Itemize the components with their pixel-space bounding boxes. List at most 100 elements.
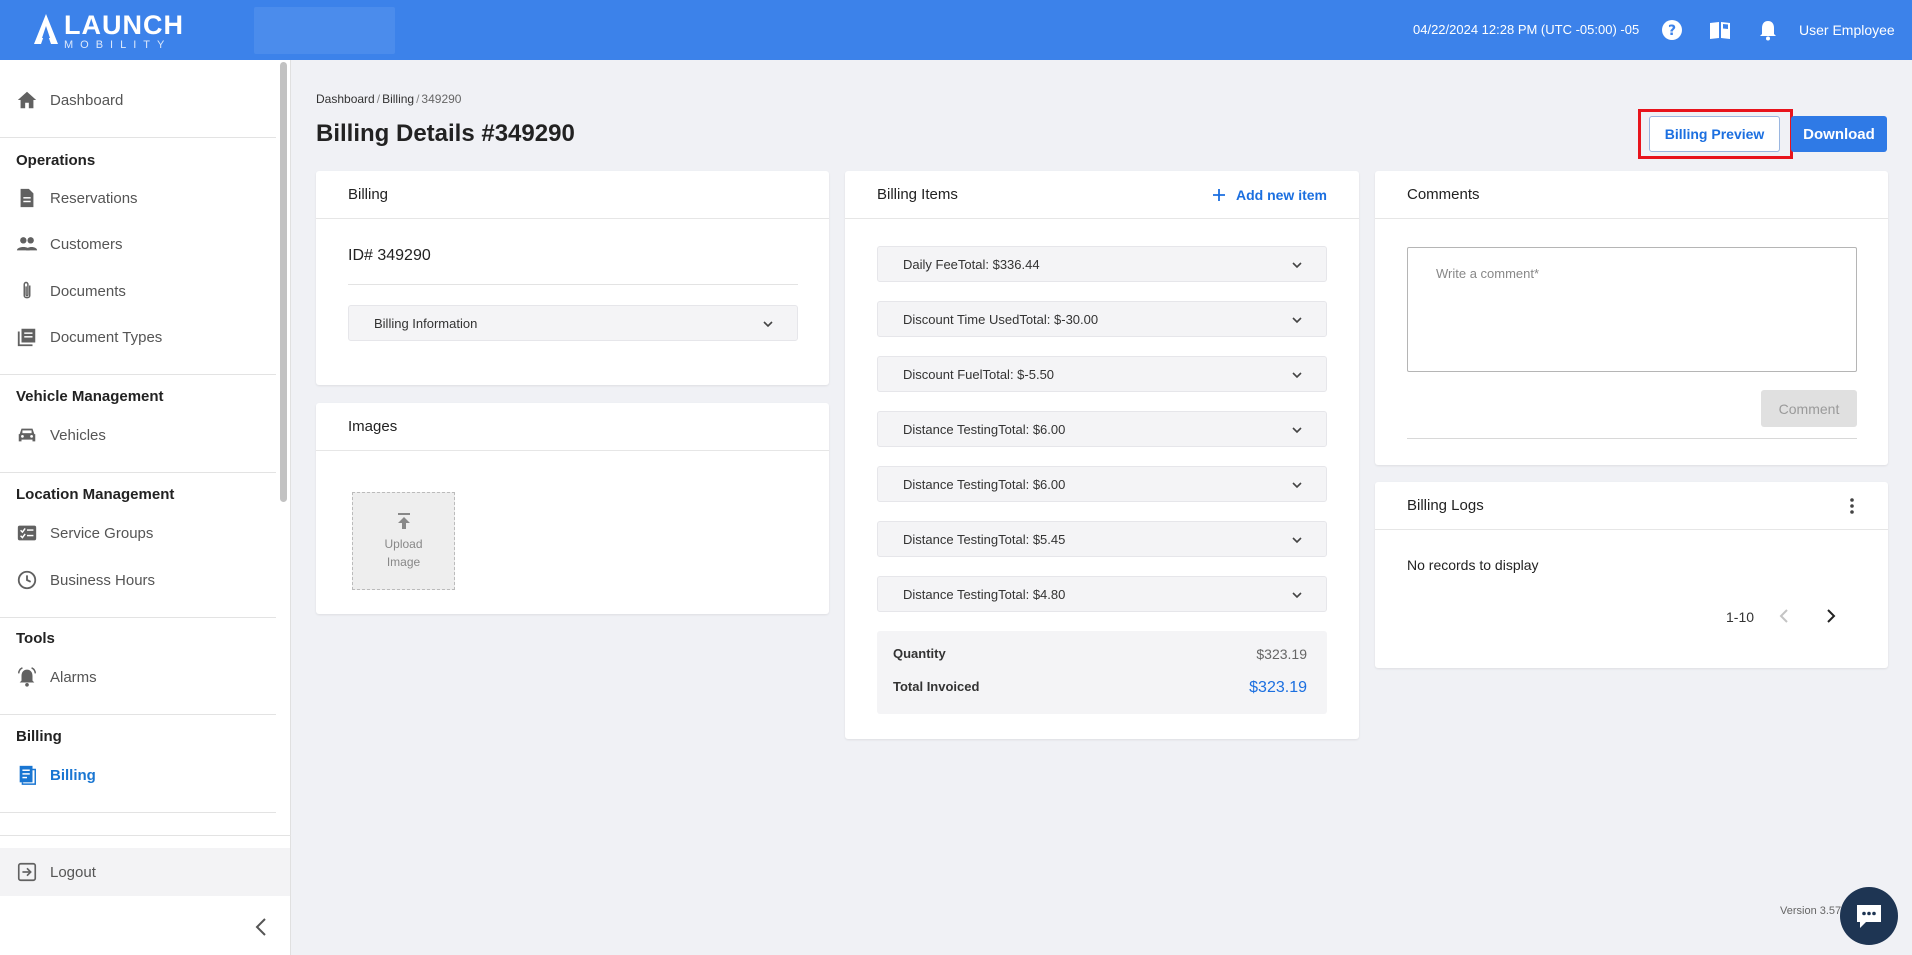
sidebar-divider xyxy=(0,835,291,836)
accordion-label: Billing Information xyxy=(374,315,478,331)
sidebar-item-label: Customers xyxy=(50,235,123,253)
billing-item-accordion[interactable]: Distance TestingTotal: $6.00 xyxy=(877,411,1327,447)
billing-id: ID# 349290 xyxy=(348,247,431,264)
billing-item-label: Distance TestingTotal: $4.80 xyxy=(903,586,1066,602)
receipt-icon xyxy=(19,765,36,785)
sidebar-divider xyxy=(0,374,276,375)
sidebar-item-documents[interactable]: Documents xyxy=(0,271,276,311)
checklist-icon xyxy=(17,525,37,541)
document-icon xyxy=(20,188,34,208)
billing-item-accordion[interactable]: Discount Time UsedTotal: $-30.00 xyxy=(877,301,1327,337)
breadcrumb-current: 349290 xyxy=(421,92,462,106)
previous-page-chevron-left-icon[interactable] xyxy=(1774,606,1794,626)
chevron-down-icon xyxy=(1292,372,1302,379)
alarm-bell-icon xyxy=(18,667,36,687)
billing-item-accordion[interactable]: Distance TestingTotal: $6.00 xyxy=(877,466,1327,502)
sidebar-item-label: Reservations xyxy=(50,189,138,207)
upload-image-button[interactable]: Upload Image xyxy=(352,492,455,590)
billing-item-label: Discount FuelTotal: $-5.50 xyxy=(903,366,1055,382)
sidebar-divider xyxy=(0,617,276,618)
sidebar-item-billing[interactable]: Billing xyxy=(0,755,276,795)
images-card-title: Images xyxy=(316,403,829,451)
sidebar-group-billing: Billing xyxy=(16,728,62,745)
plus-icon xyxy=(1212,189,1225,201)
breadcrumb-dashboard[interactable]: Dashboard xyxy=(316,92,375,106)
sidebar-item-reservations[interactable]: Reservations xyxy=(0,178,276,218)
sidebar-item-dashboard[interactable]: Dashboard xyxy=(0,80,276,120)
logo-main-text: LAUNCH xyxy=(64,10,184,40)
svg-text:?: ? xyxy=(1668,23,1676,39)
comments-title: Comments xyxy=(1375,171,1888,219)
sidebar-item-document-types[interactable]: Document Types xyxy=(0,317,276,357)
sidebar-item-service-groups[interactable]: Service Groups xyxy=(0,513,276,553)
sidebar-item-label: Billing xyxy=(50,766,96,784)
billing-preview-button[interactable]: Billing Preview xyxy=(1649,116,1780,152)
sidebar-item-alarms[interactable]: Alarms xyxy=(0,657,276,697)
images-card: Images Upload Image xyxy=(316,403,829,614)
billing-item-label: Discount Time UsedTotal: $-30.00 xyxy=(903,311,1099,327)
next-page-chevron-right-icon[interactable] xyxy=(1821,606,1841,626)
billing-information-accordion[interactable]: Billing Information xyxy=(348,305,798,341)
sidebar-item-label: Vehicles xyxy=(50,426,106,444)
chat-icon xyxy=(1857,905,1881,928)
sidebar-divider xyxy=(0,137,276,138)
chevron-down-icon xyxy=(1292,427,1302,434)
billing-item-accordion[interactable]: Distance TestingTotal: $4.80 xyxy=(877,576,1327,612)
billing-summary: Quantity $323.19 Total Invoiced $323.19 xyxy=(877,631,1327,714)
quantity-value: $323.19 xyxy=(1256,646,1307,662)
chat-button[interactable] xyxy=(1840,887,1898,945)
billing-item-label: Distance TestingTotal: $6.00 xyxy=(903,476,1066,492)
more-vertical-icon[interactable] xyxy=(1842,496,1862,516)
sidebar-item-business-hours[interactable]: Business Hours xyxy=(0,560,276,600)
page-title: Billing Details #349290 xyxy=(316,120,575,147)
help-icon[interactable]: ? xyxy=(1660,18,1684,42)
billing-logs-title: Billing Logs xyxy=(1407,497,1484,514)
upload-label-line2: Image xyxy=(386,555,421,569)
chevron-down-icon xyxy=(1292,317,1302,324)
sidebar-item-customers[interactable]: Customers xyxy=(0,224,276,264)
upload-icon xyxy=(397,513,410,529)
sidebar: Dashboard Operations Reservations Custom… xyxy=(0,60,291,955)
current-datetime: 04/22/2024 12:28 PM (UTC -05:00) -05 xyxy=(1413,22,1640,37)
billing-card: Billing ID# 349290 Billing Information xyxy=(316,171,829,385)
billing-logs-card: Billing Logs No records to display 1-10 xyxy=(1375,482,1888,668)
billing-item-label: Distance TestingTotal: $5.45 xyxy=(903,531,1066,547)
version-label: Version 3.57 xyxy=(1780,905,1842,917)
sidebar-group-vehicle-management: Vehicle Management xyxy=(16,388,164,405)
notifications-bell-icon[interactable] xyxy=(1756,18,1780,42)
add-new-item-button[interactable]: Add new item xyxy=(1212,187,1327,203)
pagination-range: 1-10 xyxy=(1726,609,1755,625)
sidebar-item-vehicles[interactable]: Vehicles xyxy=(0,415,276,455)
launch-mobility-logo[interactable]: LAUNCH MOBILITY xyxy=(32,12,184,51)
download-button[interactable]: Download xyxy=(1791,116,1887,152)
divider xyxy=(348,284,798,285)
top-bar-placeholder xyxy=(254,7,395,54)
billing-item-accordion[interactable]: Distance TestingTotal: $5.45 xyxy=(877,521,1327,557)
billing-item-accordion[interactable]: Daily FeeTotal: $336.44 xyxy=(877,246,1327,282)
billing-logs-header: Billing Logs xyxy=(1375,482,1888,530)
home-icon xyxy=(17,91,37,109)
logout-button[interactable]: Logout xyxy=(0,848,290,896)
document-types-icon xyxy=(17,328,36,347)
sidebar-group-operations: Operations xyxy=(16,152,96,169)
billing-item-accordion[interactable]: Discount FuelTotal: $-5.50 xyxy=(877,356,1327,392)
logout-label: Logout xyxy=(50,863,96,881)
quantity-label: Quantity xyxy=(893,646,946,661)
sidebar-divider xyxy=(0,714,276,715)
breadcrumb: Dashboard / Billing/349290 xyxy=(316,92,461,106)
user-menu[interactable]: User Employee xyxy=(1799,22,1895,38)
sidebar-scrollbar[interactable] xyxy=(280,62,287,502)
sidebar-group-tools: Tools xyxy=(16,630,55,647)
sidebar-item-label: Business Hours xyxy=(50,571,156,589)
billing-items-card: Billing Items Add new item Daily FeeTota… xyxy=(845,171,1359,739)
comment-textarea[interactable]: Write a comment* xyxy=(1407,247,1857,372)
collapse-sidebar-chevron-left-icon[interactable] xyxy=(250,915,274,939)
breadcrumb-billing[interactable]: Billing xyxy=(382,92,414,106)
billing-item-label: Daily FeeTotal: $336.44 xyxy=(903,256,1040,272)
chevron-down-icon xyxy=(1292,482,1302,489)
guide-book-icon[interactable] xyxy=(1708,18,1732,42)
chevron-down-icon xyxy=(1292,262,1302,269)
comment-button[interactable]: Comment xyxy=(1761,390,1857,427)
chevron-down-icon xyxy=(1292,592,1302,599)
people-icon xyxy=(16,237,38,251)
